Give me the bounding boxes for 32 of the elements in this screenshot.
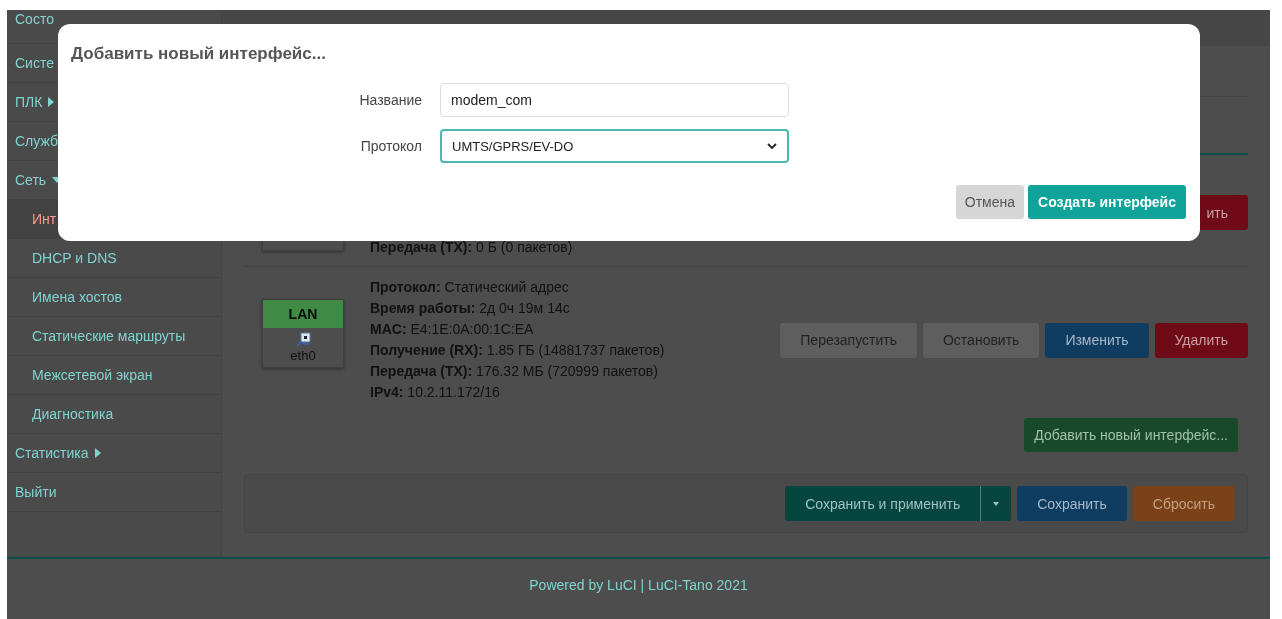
info-line: IPv4: 10.2.11.172/16 [370, 383, 501, 402]
protocol-select[interactable]: UMTS/GPRS/EV-DO [440, 129, 789, 163]
dialog-button[interactable]: Создать интерфейс [1028, 185, 1186, 219]
info-line: Передача (TX): 176.32 МБ (720999 пакетов) [370, 362, 659, 381]
action-button[interactable]: Сохранить [1017, 486, 1127, 521]
action-button[interactable]: Удалить [1154, 322, 1248, 358]
info-line: MAC: E4:1E:0A:00:1C:EA [370, 320, 535, 339]
dialog-title: Добавить новый интерфейс... [71, 44, 327, 64]
device-name: eth0 [290, 348, 316, 363]
field-label: Название [358, 92, 423, 108]
sidebar-item[interactable]: Статистика [7, 434, 221, 473]
input-field[interactable]: modem_com [440, 83, 789, 117]
action-button[interactable]: Сбросить [1132, 486, 1235, 521]
field-label: Протокол [359, 138, 423, 154]
footer-text: Powered by LuCI | LuCI-Tano 2021 [529, 577, 748, 595]
sidebar-item[interactable]: Имена хостов [7, 278, 221, 317]
dialog-button[interactable]: Отмена [955, 185, 1025, 219]
chevron-icon [767, 143, 777, 149]
info-line: Время работы: 2д 0ч 19м 14с [370, 299, 571, 318]
sidebar-item[interactable]: Межсетевой экран [7, 356, 221, 395]
action-button[interactable]: Изменить [1045, 322, 1149, 358]
dropdown-button[interactable] [981, 486, 1012, 521]
network-port-icon [295, 332, 311, 348]
info-line: Передача (TX): 0 Б (0 пакетов) [370, 238, 574, 257]
info-line: Получение (RX): 1.85 ГБ (14881737 пакетов) [370, 341, 666, 360]
sidebar-item[interactable]: Диагностика [7, 395, 221, 434]
save-apply-button[interactable]: Сохранить и применить [785, 486, 982, 521]
sidebar-item[interactable]: Статические маршруты [7, 317, 221, 356]
add-interface-button[interactable]: Добавить новый интерфейс... [1024, 418, 1238, 452]
interface-name: LAN [263, 300, 343, 328]
info-line: Протокол: Статический адрес [370, 278, 570, 297]
sidebar-item[interactable]: Выйти [7, 473, 221, 512]
